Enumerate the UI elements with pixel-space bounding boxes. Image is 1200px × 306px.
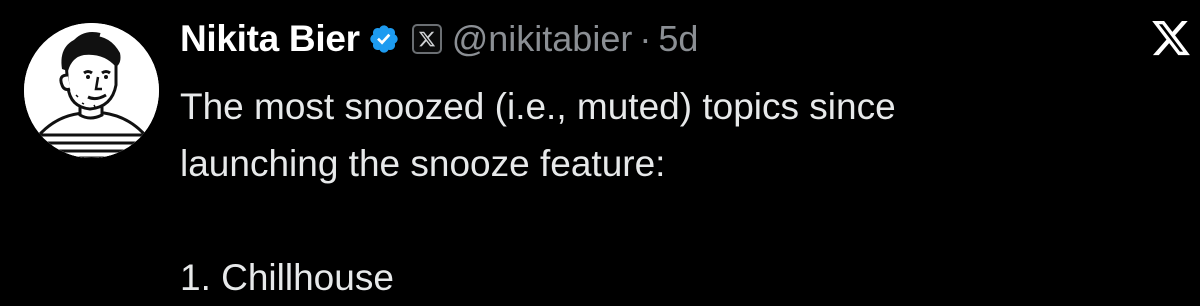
author-name[interactable]: Nikita Bier <box>180 18 360 60</box>
tweet-text-line: launching the snooze feature: <box>180 143 666 184</box>
tweet-header: Nikita Bier @nikitabier · 5d <box>180 14 698 64</box>
tweet-card: Nikita Bier @nikitabier · 5d The most sn… <box>0 0 1200 298</box>
tweet-text: The most snoozed (i.e., muted) topics si… <box>180 78 1160 306</box>
avatar[interactable] <box>24 23 159 158</box>
verified-badge-icon <box>368 23 400 55</box>
tweet-timestamp[interactable]: 5d <box>658 18 698 60</box>
affiliate-x-badge-icon <box>411 24 442 54</box>
author-handle[interactable]: @nikitabier <box>452 18 633 60</box>
tweet-text-line: The most snoozed (i.e., muted) topics si… <box>180 86 896 127</box>
tweet-list-item: 1. Chillhouse <box>180 257 394 298</box>
x-logo-icon <box>1150 16 1192 60</box>
avatar-illustration <box>24 23 159 158</box>
separator-dot: · <box>639 18 652 59</box>
